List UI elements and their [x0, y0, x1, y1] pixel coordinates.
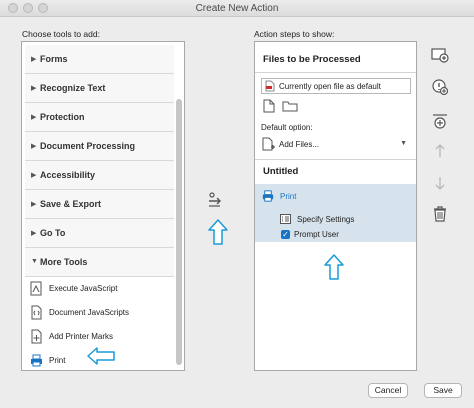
add-to-steps-button[interactable]	[208, 192, 224, 208]
javascript-icon	[30, 281, 42, 296]
move-down-icon-button[interactable]	[431, 174, 449, 192]
expand-arrow-icon: ▶	[31, 114, 37, 121]
step-print[interactable]: Print Specify Settings ✓ Prompt User	[255, 184, 416, 242]
prompt-user-label: Prompt User	[294, 230, 339, 239]
file-source-label: Currently open file as default	[279, 82, 381, 91]
add-files-label: Add Files...	[279, 140, 320, 149]
category-label: Go To	[40, 228, 66, 238]
category-more-tools[interactable]: ▼ More Tools	[25, 248, 174, 277]
category-label: Recognize Text	[40, 83, 106, 93]
prompt-user-checkbox[interactable]: ✓	[281, 230, 290, 239]
category-label: Save & Export	[40, 199, 102, 209]
add-instruction-icon-button[interactable]	[431, 78, 449, 96]
chevron-down-icon: ▼	[400, 140, 407, 147]
move-up-icon-button[interactable]	[431, 142, 449, 160]
expand-arrow-icon: ▶	[31, 85, 37, 92]
add-file-button[interactable]	[263, 99, 275, 113]
add-files-dropdown[interactable]: Add Files... ▼	[261, 136, 411, 154]
file-source-field[interactable]: Currently open file as default	[261, 78, 411, 94]
tool-execute-javascript[interactable]: Execute JavaScript	[25, 277, 174, 301]
category-save-export[interactable]: ▶ Save & Export	[25, 190, 174, 219]
window-title: Create New Action	[195, 3, 279, 14]
add-panel-separator-icon-button[interactable]	[431, 112, 449, 130]
tools-list-panel: ▶ Forms ▶ Recognize Text ▶ Protection ▶ …	[21, 41, 185, 371]
expand-arrow-icon: ▶	[31, 56, 37, 63]
pdf-file-icon	[265, 80, 275, 92]
specify-settings-label[interactable]: Specify Settings	[297, 215, 354, 224]
tool-label: Execute JavaScript	[49, 284, 118, 293]
add-files-icon	[262, 137, 275, 151]
document-javascript-icon	[31, 305, 42, 320]
expand-arrow-icon: ▶	[31, 230, 37, 237]
collapse-arrow-icon: ▼	[31, 258, 38, 265]
category-forms[interactable]: ▶ Forms	[25, 45, 174, 74]
category-accessibility[interactable]: ▶ Accessibility	[25, 161, 174, 190]
expand-arrow-icon: ▶	[31, 201, 37, 208]
action-steps-panel: Files to be Processed Currently open fil…	[254, 41, 417, 371]
category-label: More Tools	[40, 257, 88, 267]
printer-icon	[262, 190, 274, 202]
category-go-to[interactable]: ▶ Go To	[25, 219, 174, 248]
category-label: Protection	[40, 112, 85, 122]
up-arrow-icon	[208, 219, 228, 245]
cancel-button[interactable]: Cancel	[368, 383, 408, 398]
expand-arrow-icon: ▶	[31, 172, 37, 179]
up-arrow-icon	[324, 254, 344, 280]
group-title: Untitled	[263, 166, 299, 177]
settings-list-icon	[280, 214, 291, 224]
default-option-label: Default option:	[261, 123, 313, 132]
trash-icon-button[interactable]	[431, 205, 449, 223]
action-steps-label: Action steps to show:	[254, 29, 335, 39]
category-document-processing[interactable]: ▶ Document Processing	[25, 132, 174, 161]
choose-tools-label: Choose tools to add:	[22, 29, 100, 39]
printer-icon	[31, 354, 42, 367]
tools-list[interactable]: ▶ Forms ▶ Recognize Text ▶ Protection ▶ …	[25, 45, 174, 368]
category-recognize-text[interactable]: ▶ Recognize Text	[25, 74, 174, 103]
save-button[interactable]: Save	[424, 383, 462, 398]
left-arrow-icon	[87, 347, 115, 365]
add-folder-button[interactable]	[282, 100, 298, 112]
category-label: Accessibility	[40, 170, 96, 180]
files-to-be-processed-header: Files to be Processed	[263, 54, 361, 65]
step-name: Print	[280, 192, 297, 201]
category-label: Document Processing	[40, 141, 136, 151]
divider	[255, 159, 416, 160]
add-step-icon-button[interactable]	[431, 46, 449, 64]
printer-marks-icon	[31, 329, 42, 344]
tool-document-javascripts[interactable]: Document JavaScripts	[25, 301, 174, 325]
category-protection[interactable]: ▶ Protection	[25, 103, 174, 132]
tools-list-scrollbar[interactable]	[176, 99, 182, 365]
tool-label: Document JavaScripts	[49, 308, 130, 317]
title-bar: Create New Action	[0, 0, 474, 17]
tool-label: Add Printer Marks	[49, 332, 114, 341]
category-label: Forms	[40, 54, 68, 64]
expand-arrow-icon: ▶	[31, 143, 37, 150]
tool-label: Print	[49, 356, 66, 365]
divider	[255, 72, 416, 73]
